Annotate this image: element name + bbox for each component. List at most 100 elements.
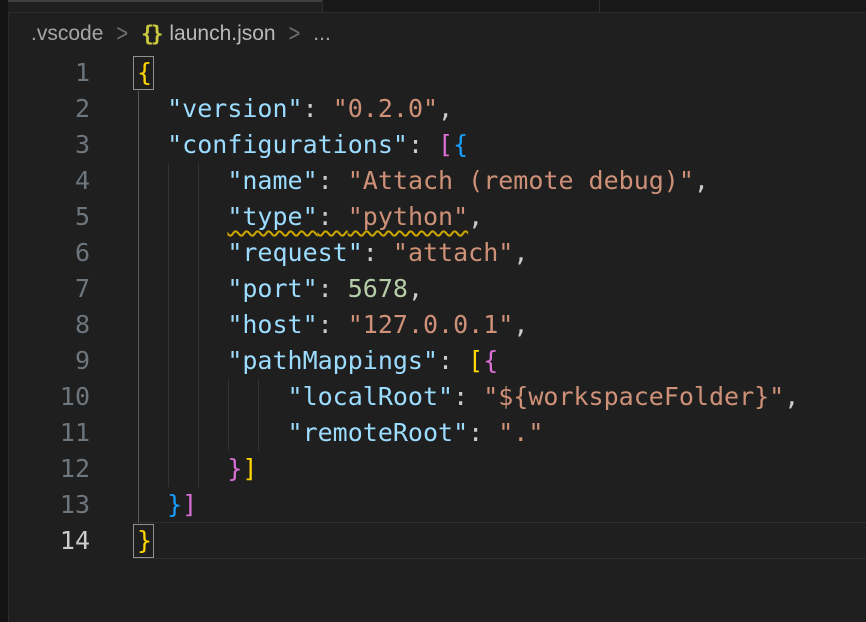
code-line[interactable]: 2 "version": "0.2.0", — [0, 91, 866, 127]
code-token: "port" — [227, 274, 317, 303]
code-token — [137, 346, 227, 375]
gutter-gap — [90, 523, 137, 559]
line-content: "remoteRoot": "." — [137, 415, 543, 451]
code-token: : — [318, 166, 348, 195]
code-line[interactable]: 13 }] — [0, 487, 866, 523]
breadcrumb-item-symbols[interactable]: ... — [313, 22, 331, 46]
gutter-gap — [90, 235, 137, 271]
code-token — [137, 202, 227, 231]
code-token: "attach" — [393, 238, 513, 267]
gutter-gap — [90, 379, 137, 415]
line-number[interactable]: 6 — [9, 235, 90, 271]
bracket-match-token: } — [137, 523, 152, 559]
active-tab-edge[interactable] — [8, 0, 322, 12]
code-token: "type" — [227, 202, 317, 231]
line-number[interactable]: 3 — [9, 127, 90, 163]
line-content: "port": 5678, — [137, 271, 423, 307]
tab-strip — [8, 0, 866, 13]
breadcrumb-label: .vscode — [31, 22, 103, 46]
code-line[interactable]: 5 "type": "python", — [0, 199, 866, 235]
code-token — [137, 238, 227, 267]
line-content: "host": "127.0.0.1", — [137, 307, 528, 343]
line-content: "name": "Attach (remote debug)", — [137, 163, 709, 199]
line-content: "type": "python", — [137, 199, 483, 235]
warning-squiggle: "type": "python" — [227, 202, 468, 231]
line-content: "configurations": [{ — [137, 127, 468, 163]
code-token — [137, 382, 288, 411]
gutter-gap — [90, 91, 137, 127]
line-content: "version": "0.2.0", — [137, 91, 453, 127]
code-token — [137, 166, 227, 195]
line-number[interactable]: 13 — [9, 487, 90, 523]
code-token — [137, 418, 288, 447]
code-token: : — [363, 238, 393, 267]
gutter-gap — [90, 451, 137, 487]
code-line[interactable]: 6 "request": "attach", — [0, 235, 866, 271]
code-line[interactable]: 12 }] — [0, 451, 866, 487]
line-number[interactable]: 2 — [9, 91, 90, 127]
code-line[interactable]: 14} — [0, 523, 866, 559]
code-token — [137, 130, 167, 159]
line-number[interactable]: 9 — [9, 343, 90, 379]
code-token: "pathMappings" — [227, 346, 438, 375]
gutter-gap — [90, 271, 137, 307]
code-token: : — [438, 346, 468, 375]
line-number[interactable]: 4 — [9, 163, 90, 199]
code-token: "host" — [227, 310, 317, 339]
code-line[interactable]: 8 "host": "127.0.0.1", — [0, 307, 866, 343]
line-number[interactable]: 1 — [9, 55, 90, 91]
line-number[interactable]: 11 — [9, 415, 90, 451]
breadcrumb: .vscode > {}launch.json >... — [31, 13, 331, 55]
gutter-gap — [90, 307, 137, 343]
code-line[interactable]: 11 "remoteRoot": "." — [0, 415, 866, 451]
line-number[interactable]: 8 — [9, 307, 90, 343]
code-token — [137, 490, 167, 519]
code-token: : — [468, 418, 498, 447]
code-line[interactable]: 1{ — [0, 55, 866, 91]
line-content: "localRoot": "${workspaceFolder}", — [137, 379, 799, 415]
code-token: "configurations" — [167, 130, 408, 159]
gutter-gap — [90, 343, 137, 379]
line-number[interactable]: 14 — [9, 523, 90, 559]
breadcrumb-item-launch-json[interactable]: {}launch.json — [141, 22, 276, 46]
tab-divider — [322, 0, 323, 12]
code-line[interactable]: 7 "port": 5678, — [0, 271, 866, 307]
code-token: [ — [468, 346, 483, 375]
code-token — [137, 274, 227, 303]
code-token: "127.0.0.1" — [348, 310, 514, 339]
breadcrumb-item-vscode[interactable]: .vscode — [31, 22, 103, 46]
code-token: , — [694, 166, 709, 195]
code-token: "python" — [348, 202, 468, 231]
code-token: , — [513, 238, 528, 267]
line-content: }] — [137, 487, 197, 523]
code-token: { — [453, 130, 468, 159]
code-token: "." — [498, 418, 543, 447]
breadcrumb-label: launch.json — [169, 22, 275, 46]
code-token: : — [318, 202, 348, 231]
line-content: } — [137, 523, 152, 559]
line-number[interactable]: 7 — [9, 271, 90, 307]
code-token: , — [468, 202, 483, 231]
line-number[interactable]: 10 — [9, 379, 90, 415]
code-line[interactable]: 4 "name": "Attach (remote debug)", — [0, 163, 866, 199]
code-token: [ — [438, 130, 453, 159]
code-token: : — [318, 274, 348, 303]
line-number[interactable]: 5 — [9, 199, 90, 235]
code-token: : — [408, 130, 438, 159]
code-token: , — [438, 94, 453, 123]
gutter-gap — [90, 487, 137, 523]
line-number[interactable]: 12 — [9, 451, 90, 487]
chevron-right-icon: > — [116, 20, 128, 49]
tab-divider — [599, 0, 600, 12]
chevron-right-icon: > — [289, 20, 301, 49]
code-line[interactable]: 3 "configurations": [{ — [0, 127, 866, 163]
code-line[interactable]: 9 "pathMappings": [{ — [0, 343, 866, 379]
gutter-gap — [90, 163, 137, 199]
code-token: , — [408, 274, 423, 303]
code-line[interactable]: 10 "localRoot": "${workspaceFolder}", — [0, 379, 866, 415]
code-token: } — [227, 454, 242, 483]
line-content: { — [137, 55, 152, 91]
editor-code-area[interactable]: 1{2 "version": "0.2.0",3 "configurations… — [0, 55, 866, 559]
line-content: }] — [137, 451, 257, 487]
bracket-match-token: { — [137, 55, 152, 91]
